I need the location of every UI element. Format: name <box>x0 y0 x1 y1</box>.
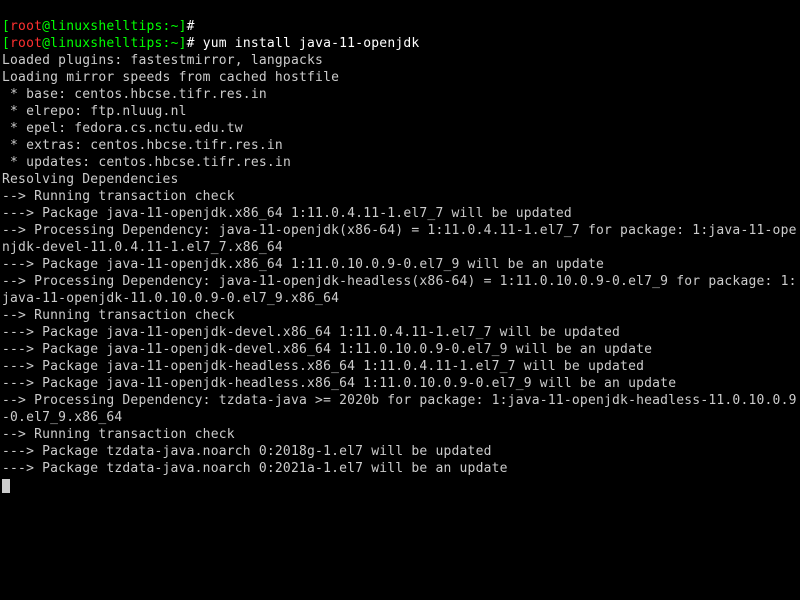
prompt-line-2: [root@linuxshelltips:~]# yum install jav… <box>2 36 419 51</box>
terminal-output[interactable]: [root@linuxshelltips:~]# [root@linuxshel… <box>0 0 800 495</box>
output-line: * base: centos.hbcse.tifr.res.in <box>2 87 267 102</box>
output-line: * extras: centos.hbcse.tifr.res.in <box>2 138 283 153</box>
prompt-user: root <box>10 36 42 51</box>
prompt-host: linuxshelltips <box>50 19 162 34</box>
prompt-cwd: ~ <box>171 36 179 51</box>
output-line: * updates: centos.hbcse.tifr.res.in <box>2 155 291 170</box>
prompt-close-bracket: ] <box>179 19 187 34</box>
prompt-host: linuxshelltips <box>50 36 162 51</box>
output-line: * elrepo: ftp.nluug.nl <box>2 104 187 119</box>
prompt-cwd: ~ <box>171 19 179 34</box>
prompt-colon: : <box>163 36 171 51</box>
output-line: Loaded plugins: fastestmirror, langpacks <box>2 53 323 68</box>
output-line: ---> Package java-11-openjdk.x86_64 1:11… <box>2 257 604 272</box>
prompt-at: @ <box>42 36 50 51</box>
output-line: ---> Package java-11-openjdk-headless.x8… <box>2 376 676 391</box>
output-line: --> Processing Dependency: java-11-openj… <box>2 223 797 255</box>
output-line: --> Processing Dependency: tzdata-java >… <box>2 393 797 425</box>
prompt-line-1: [root@linuxshelltips:~]# <box>2 19 203 34</box>
prompt-open-bracket: [ <box>2 36 10 51</box>
prompt-close-bracket: ] <box>179 36 187 51</box>
output-line: --> Processing Dependency: java-11-openj… <box>2 274 797 306</box>
output-line: --> Running transaction check <box>2 427 235 442</box>
output-line: * epel: fedora.cs.nctu.edu.tw <box>2 121 243 136</box>
prompt-colon: : <box>163 19 171 34</box>
prompt-hash: # <box>187 36 195 51</box>
output-line: ---> Package tzdata-java.noarch 0:2021a-… <box>2 461 508 476</box>
output-line: ---> Package java-11-openjdk-headless.x8… <box>2 359 644 374</box>
output-line: ---> Package tzdata-java.noarch 0:2018g-… <box>2 444 492 459</box>
output-line: ---> Package java-11-openjdk-devel.x86_6… <box>2 325 620 340</box>
output-line: Resolving Dependencies <box>2 172 179 187</box>
prompt-user: root <box>10 19 42 34</box>
output-line: --> Running transaction check <box>2 189 235 204</box>
cursor-icon <box>2 479 10 493</box>
prompt-hash: # <box>187 19 195 34</box>
output-line: --> Running transaction check <box>2 308 235 323</box>
output-line: ---> Package java-11-openjdk-devel.x86_6… <box>2 342 652 357</box>
command-yum-install: yum install java-11-openjdk <box>203 36 420 51</box>
prompt-at: @ <box>42 19 50 34</box>
prompt-open-bracket: [ <box>2 19 10 34</box>
output-line: Loading mirror speeds from cached hostfi… <box>2 70 339 85</box>
output-line: ---> Package java-11-openjdk.x86_64 1:11… <box>2 206 572 221</box>
